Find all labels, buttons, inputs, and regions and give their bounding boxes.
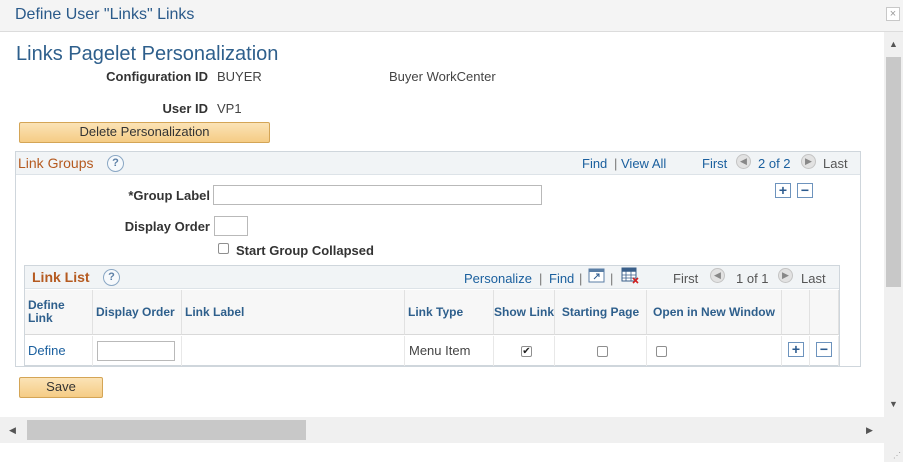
link-list-find-link[interactable]: Find <box>549 271 574 286</box>
link-type-value: Menu Item <box>409 343 471 358</box>
horizontal-scrollbar[interactable]: ◀ ▶ <box>0 417 884 443</box>
table-row-cell: Menu Item <box>405 336 494 366</box>
table-row-cell: + <box>782 336 810 366</box>
scroll-left-icon[interactable]: ◀ <box>9 425 16 436</box>
add-row-icon[interactable]: + <box>788 342 804 357</box>
separator: | <box>579 271 583 286</box>
column-header-starting-page[interactable]: Starting Page <box>555 290 647 335</box>
vertical-scrollbar[interactable]: ▲ ▼ <box>884 32 903 417</box>
column-header-open-new-window[interactable]: Open in New Window <box>647 290 782 335</box>
display-order-label: Display Order <box>124 219 210 234</box>
link-list-title: Link List <box>32 269 90 285</box>
link-groups-pagination: 2 of 2 <box>758 156 791 171</box>
display-order-input[interactable] <box>97 341 175 361</box>
previous-icon[interactable]: ◀ <box>710 268 725 283</box>
scrollbar-corner: ⋰ <box>884 417 903 462</box>
link-groups-title: Link Groups <box>18 155 94 171</box>
table-row-cell <box>93 336 182 366</box>
table-row-cell <box>647 336 782 366</box>
table-row-cell: Define <box>25 336 93 366</box>
column-header-display-order[interactable]: Display Order <box>93 290 182 335</box>
vertical-scroll-thumb[interactable] <box>886 57 901 287</box>
dialog-content: Links Pagelet Personalization Configurat… <box>0 32 884 417</box>
column-header-delete <box>810 290 839 335</box>
link-label-cell <box>182 336 405 366</box>
next-icon[interactable]: ▶ <box>778 268 793 283</box>
previous-icon[interactable]: ◀ <box>736 154 751 169</box>
help-icon[interactable]: ? <box>107 155 124 172</box>
configuration-id-value: BUYER <box>217 69 262 84</box>
zoom-icon[interactable] <box>588 268 605 283</box>
resize-grip-icon[interactable]: ⋰ <box>893 451 901 460</box>
show-link-checkbox[interactable]: ✔ <box>521 346 532 357</box>
column-header-show-link[interactable]: Show Link <box>494 290 555 335</box>
link-list-first-link: First <box>673 271 699 286</box>
save-button[interactable]: Save <box>19 377 103 398</box>
help-icon[interactable]: ? <box>103 269 120 286</box>
column-header-link-type[interactable]: Link Type <box>405 290 494 335</box>
link-groups-first-link[interactable]: First <box>702 156 727 171</box>
scroll-right-icon[interactable]: ▶ <box>866 425 873 436</box>
link-list-last-link: Last <box>801 271 826 286</box>
configuration-description: Buyer WorkCenter <box>389 69 496 84</box>
scroll-down-icon[interactable]: ▼ <box>889 399 898 409</box>
configuration-id-label: Configuration ID <box>106 69 208 84</box>
define-link[interactable]: Define <box>28 343 66 358</box>
link-groups-last-link: Last <box>823 156 848 171</box>
user-id-label: User ID <box>162 101 208 116</box>
link-list-header: Link List ? Personalize | Find | | First… <box>25 266 839 289</box>
display-order-input[interactable] <box>214 216 248 236</box>
table-row-cell <box>555 336 647 366</box>
starting-page-checkbox[interactable] <box>597 346 608 357</box>
link-list-pagination: 1 of 1 <box>736 271 769 286</box>
page-title: Links Pagelet Personalization <box>16 43 279 65</box>
column-header-add <box>782 290 810 335</box>
user-id-value: VP1 <box>217 101 242 116</box>
link-groups-view-all-link[interactable]: View All <box>621 156 666 171</box>
dialog-footer <box>0 443 884 462</box>
column-header-define-link: Define Link <box>25 290 93 335</box>
separator: | <box>539 271 543 286</box>
scroll-up-icon[interactable]: ▲ <box>889 39 898 49</box>
dialog-title: Define User "Links" Links <box>15 6 195 23</box>
link-groups-header: Link Groups ? Find | View All First ◀ 2 … <box>16 152 860 175</box>
start-group-collapsed-label: Start Group Collapsed <box>236 243 374 258</box>
download-spreadsheet-icon[interactable] <box>621 267 639 284</box>
delete-personalization-button[interactable]: Delete Personalization <box>19 122 270 143</box>
dialog-title-bar: Define User "Links" Links × <box>0 0 903 32</box>
delete-row-icon[interactable]: − <box>797 183 813 198</box>
open-new-window-checkbox[interactable] <box>656 346 667 357</box>
close-icon[interactable]: × <box>886 7 900 21</box>
start-group-collapsed-checkbox[interactable] <box>218 243 229 254</box>
table-row-cell: ✔ <box>494 336 555 366</box>
separator: | <box>610 271 614 286</box>
table-row-cell: − <box>810 336 839 366</box>
next-icon[interactable]: ▶ <box>801 154 816 169</box>
horizontal-scroll-thumb[interactable] <box>27 420 306 440</box>
delete-row-icon[interactable]: − <box>816 342 832 357</box>
group-label-label: *Group Label <box>128 188 210 203</box>
add-row-icon[interactable]: + <box>775 183 791 198</box>
link-groups-find-link[interactable]: Find <box>582 156 607 171</box>
link-list-personalize-link[interactable]: Personalize <box>464 271 532 286</box>
separator: | <box>614 156 618 171</box>
group-label-input[interactable] <box>213 185 542 205</box>
link-list-grid: Link List ? Personalize | Find | | First… <box>24 265 840 366</box>
column-header-link-label[interactable]: Link Label <box>182 290 405 335</box>
